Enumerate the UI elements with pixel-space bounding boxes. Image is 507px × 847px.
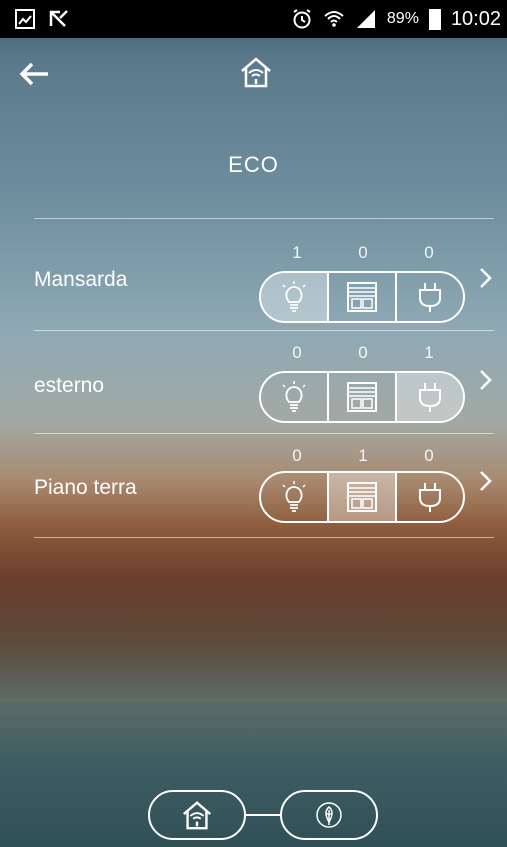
device-toggle-group: [259, 271, 465, 323]
light-count: 0: [292, 446, 302, 465]
status-bar: 89% 10:02: [0, 0, 507, 38]
home-wifi-icon: [183, 801, 211, 830]
room-name[interactable]: Piano terra: [34, 476, 137, 500]
plug-button[interactable]: [395, 373, 463, 421]
device-toggle-group: [259, 471, 465, 523]
clock: 10:02: [450, 7, 501, 30]
divider: [34, 218, 494, 219]
divider: [34, 537, 494, 538]
light-bulb-icon: [282, 281, 306, 312]
chevron-right-icon[interactable]: [476, 468, 496, 494]
window-shutter-icon: [347, 282, 377, 312]
room-name[interactable]: Mansarda: [34, 268, 127, 292]
gallery-icon: [15, 9, 35, 29]
light-count: 1: [292, 243, 302, 262]
plug-button[interactable]: [395, 273, 463, 321]
shutter-count: 1: [358, 446, 368, 465]
room-row-piano-terra: 0 1 0 Piano terra: [0, 440, 507, 540]
light-bulb-icon: [282, 481, 306, 512]
eco-nav-button[interactable]: [280, 790, 378, 840]
app-bar: [0, 50, 507, 100]
chevron-right-icon[interactable]: [476, 367, 496, 393]
divider: [34, 330, 494, 331]
battery-percent: 89%: [386, 10, 419, 27]
light-bulb-icon: [282, 381, 306, 412]
home-nav-button[interactable]: [148, 790, 246, 840]
room-row-esterno: 0 0 1 esterno: [0, 337, 507, 437]
signal-icon: [356, 10, 375, 28]
power-plug-icon: [419, 483, 441, 512]
device-counts: 0 1 0: [262, 446, 462, 470]
arrow-left-icon[interactable]: [18, 58, 54, 90]
battery-icon: [428, 9, 441, 30]
wifi-icon: [324, 11, 344, 27]
alarm-icon: [293, 9, 311, 29]
power-plug-icon: [419, 283, 441, 312]
room-row-mansarda: 1 0 0 Mansarda: [0, 225, 507, 325]
shutter-button[interactable]: [327, 473, 395, 521]
nav-connector: [246, 814, 280, 816]
light-button[interactable]: [261, 273, 327, 321]
light-button[interactable]: [261, 373, 327, 421]
chevron-right-icon[interactable]: [476, 265, 496, 291]
shutter-count: 0: [358, 243, 368, 262]
light-button[interactable]: [261, 473, 327, 521]
plug-count: 1: [424, 343, 434, 362]
device-counts: 1 0 0: [262, 243, 462, 267]
shutter-button[interactable]: [327, 273, 395, 321]
bottom-nav: [0, 788, 507, 844]
shutter-button[interactable]: [327, 373, 395, 421]
device-counts: 0 0 1: [262, 343, 462, 367]
divider: [34, 433, 494, 434]
window-shutter-icon: [347, 382, 377, 412]
plug-count: 0: [424, 446, 434, 465]
light-count: 0: [292, 343, 302, 362]
device-toggle-group: [259, 371, 465, 423]
power-plug-icon: [419, 383, 441, 412]
plug-button[interactable]: [395, 473, 463, 521]
page-title: ECO: [228, 152, 279, 177]
home-wifi-icon: [241, 57, 271, 88]
leaf-icon: [316, 802, 342, 828]
missed-call-icon: [49, 10, 68, 27]
window-shutter-icon: [347, 482, 377, 512]
room-name[interactable]: esterno: [34, 374, 104, 398]
shutter-count: 0: [358, 343, 368, 362]
plug-count: 0: [424, 243, 434, 262]
